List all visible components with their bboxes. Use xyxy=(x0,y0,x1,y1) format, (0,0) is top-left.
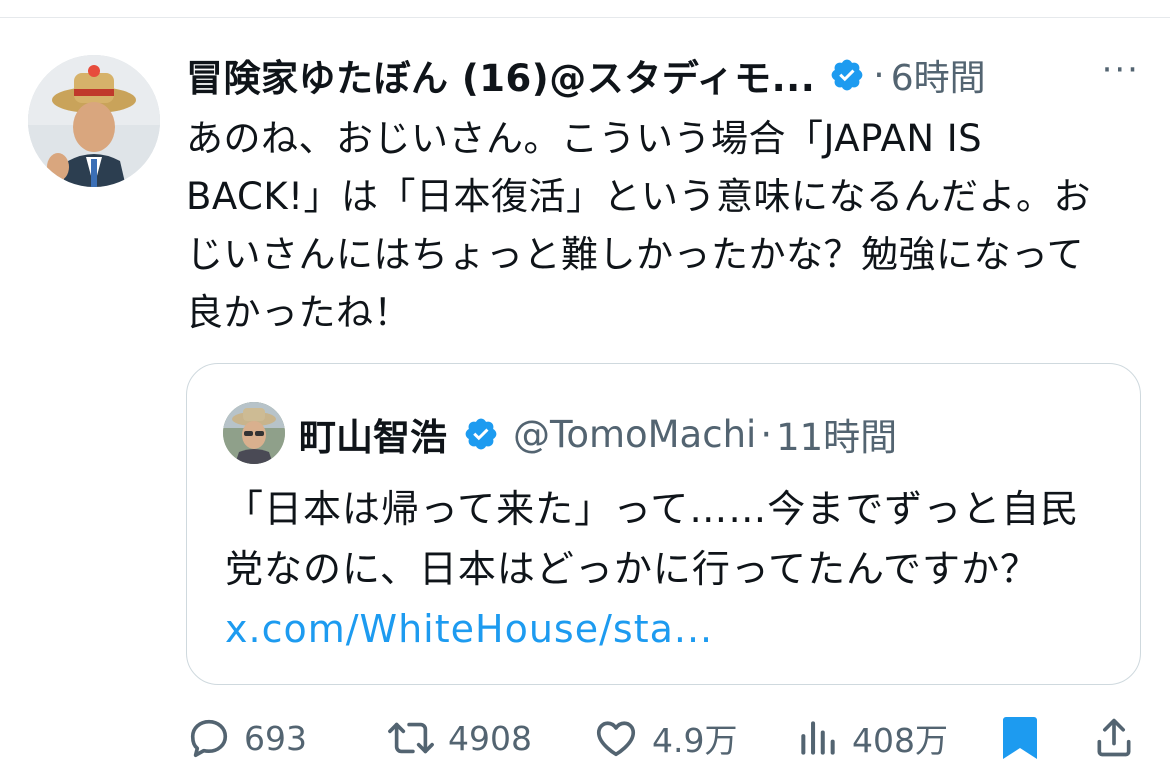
quote-verified-badge-icon xyxy=(463,416,499,452)
quote-author-name[interactable]: 町山智浩 xyxy=(299,407,447,461)
views-count: 408万 xyxy=(852,721,948,760)
quote-body: 「日本は帰って来た」って……今までずっと自民党なのに、日本はどっかに行ってたんで… xyxy=(225,487,1080,591)
action-bar: 693 4908 4.9万 408万 xyxy=(186,708,1146,768)
reply-button[interactable]: 693 xyxy=(186,708,307,768)
share-button[interactable] xyxy=(1092,708,1136,768)
avatar-image xyxy=(28,55,160,187)
views-chart-icon xyxy=(801,721,835,755)
tweet-text: あのね、おじいさん。こういう場合「JAPAN IS BACK!」は「日本復活」と… xyxy=(186,117,1091,334)
like-button[interactable]: 4.9万 xyxy=(592,708,737,768)
retweet-icon xyxy=(388,722,434,754)
tweet-header: 冒険家ゆたぼん (16)@スタディモ... · 6時間 xyxy=(186,48,1146,102)
reply-icon xyxy=(190,719,228,758)
author-avatar[interactable] xyxy=(28,55,160,187)
bookmark-button[interactable] xyxy=(1000,708,1040,768)
quote-time[interactable]: 11時間 xyxy=(776,407,897,461)
reply-count: 693 xyxy=(244,718,307,758)
retweet-count: 4908 xyxy=(448,718,532,758)
quote-separator: · xyxy=(760,412,773,456)
top-divider xyxy=(0,17,1170,18)
quote-author-avatar[interactable] xyxy=(223,402,285,464)
quote-avatar-image xyxy=(223,402,285,464)
quote-header: 町山智浩 @TomoMachi · 11時間 xyxy=(299,404,897,464)
heart-icon xyxy=(596,721,636,757)
retweet-button[interactable]: 4908 xyxy=(386,708,532,768)
like-count: 4.9万 xyxy=(652,721,738,760)
views-button[interactable]: 408万 xyxy=(796,708,948,768)
quote-author-handle[interactable]: @TomoMachi xyxy=(513,413,756,456)
header-separator: · xyxy=(873,54,885,96)
tweet-time[interactable]: 6時間 xyxy=(891,49,986,101)
quote-link[interactable]: x.com/WhiteHouse/sta... xyxy=(225,607,713,651)
share-icon xyxy=(1097,718,1131,757)
more-options-icon[interactable]: ··· xyxy=(1102,50,1140,90)
bookmark-icon xyxy=(1003,717,1037,759)
quote-text: 「日本は帰って来た」って……今までずっと自民党なのに、日本はどっかに行ってたんで… xyxy=(225,479,1105,659)
verified-badge-icon xyxy=(829,57,865,93)
quoted-tweet[interactable]: 町山智浩 @TomoMachi · 11時間 「日本は帰って来た」って……今まで… xyxy=(186,363,1141,685)
author-name[interactable]: 冒険家ゆたぼん (16)@スタディモ... xyxy=(186,48,815,102)
